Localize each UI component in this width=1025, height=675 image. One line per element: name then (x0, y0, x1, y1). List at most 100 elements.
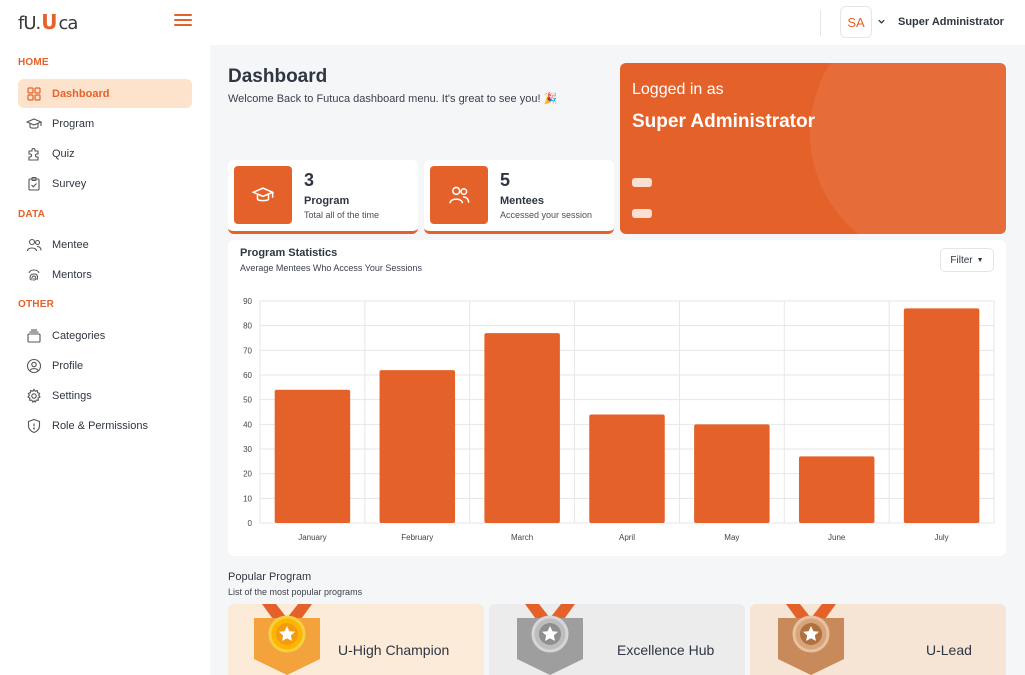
futuca-logo[interactable]: fU. Uca (18, 10, 78, 34)
logo-text-right: ca (58, 13, 78, 34)
x-tick-label: April (619, 533, 635, 542)
caret-down-icon: ▼ (976, 256, 984, 264)
sidebar-item-survey[interactable]: Survey (18, 169, 192, 198)
placeholder-pill (632, 178, 652, 187)
sidebar-item-role-permissions[interactable]: Role & Permissions (18, 411, 192, 440)
filter-label: Filter (950, 254, 973, 266)
y-tick-label: 60 (243, 371, 252, 380)
stat-card-mentees[interactable]: 5 Mentees Accessed your session (424, 160, 614, 234)
section-title-other: OTHER (18, 299, 54, 310)
bar (589, 414, 665, 523)
sidebar-item-categories[interactable]: Categories (18, 321, 192, 350)
popular-program-name: U-High Champion (338, 642, 450, 658)
fingerprint-icon (26, 267, 42, 283)
y-tick-label: 0 (248, 519, 253, 528)
shield-icon (26, 418, 42, 434)
sidebar-item-label: Mentors (52, 268, 92, 281)
x-tick-label: June (828, 533, 846, 542)
x-tick-label: May (724, 533, 739, 542)
stat-label: Program (304, 195, 350, 207)
graduation-cap-icon (26, 116, 42, 132)
grid-icon (26, 86, 42, 102)
users-icon (26, 237, 42, 253)
bronze-medal-icon (778, 604, 844, 675)
y-tick-label: 10 (243, 494, 252, 503)
clipboard-icon (26, 176, 42, 192)
silver-medal-icon (517, 604, 583, 675)
sidebar-item-program[interactable]: Program (18, 109, 192, 138)
popular-program-name: Excellence Hub (617, 642, 715, 658)
logged-in-role: Super Administrator (632, 111, 815, 132)
chart-subtitle: Average Mentees Who Access Your Sessions (240, 263, 422, 273)
y-tick-label: 70 (243, 346, 252, 355)
x-tick-label: February (401, 533, 433, 542)
popular-subtitle: List of the most popular programs (228, 587, 363, 597)
program-statistics-card: 0 10 20 30 40 50 60 70 80 90 January February March A… (228, 240, 1006, 556)
section-title-data: DATA (18, 209, 46, 220)
page-subtitle: Welcome Back to Futuca dashboard menu. I… (228, 93, 558, 105)
sidebar-item-quiz[interactable]: Quiz (18, 139, 192, 168)
popular-program-card[interactable]: U-High Champion (228, 604, 484, 675)
bar-chart: 0 10 20 30 40 50 60 70 80 90 January February March A… (243, 297, 995, 542)
sidebar-item-label: Survey (52, 177, 87, 190)
sidebar-item-label: Profile (52, 359, 84, 372)
stat-description: Accessed your session (500, 210, 593, 220)
user-name[interactable]: Super Administrator (898, 16, 1004, 28)
y-tick-label: 40 (243, 420, 252, 429)
filter-button[interactable]: Filter ▼ (940, 248, 994, 272)
stat-card-program[interactable]: 3 Program Total all of the time (228, 160, 418, 234)
sidebar-item-settings[interactable]: Settings (18, 381, 192, 410)
x-tick-label: January (298, 533, 326, 542)
popular-program-card[interactable]: Excellence Hub (489, 604, 745, 675)
sidebar-item-label: Categories (52, 329, 106, 342)
sidebar-item-mentors[interactable]: Mentors (18, 260, 192, 289)
y-tick-label: 80 (243, 322, 252, 331)
bar (484, 333, 560, 523)
popular-program-name: U-Lead (926, 642, 972, 658)
user-circle-icon (26, 358, 42, 374)
placeholder-pill (632, 209, 652, 218)
sidebar-item-mentee[interactable]: Mentee (18, 230, 192, 259)
menu-toggle-icon[interactable] (174, 14, 192, 27)
decorative-circle (810, 63, 1006, 234)
chart-title: Program Statistics (240, 247, 338, 259)
avatar[interactable]: SA (840, 6, 872, 38)
graduation-cap-icon (234, 166, 292, 224)
sidebar-item-label: Settings (52, 389, 92, 402)
gear-icon (26, 388, 42, 404)
stat-label: Mentees (500, 195, 545, 207)
logged-in-label: Logged in as (632, 81, 724, 98)
popular-title: Popular Program (228, 571, 312, 583)
page-title: Dashboard (228, 66, 328, 87)
bar (798, 456, 875, 523)
sidebar-item-label: Dashboard (52, 87, 110, 100)
sidebar-item-label: Quiz (52, 147, 75, 160)
users-icon (430, 166, 488, 224)
y-tick-label: 20 (243, 470, 252, 479)
bar (903, 308, 980, 523)
logged-in-card: Logged in as Super Administrator (620, 63, 1006, 234)
sidebar-item-dashboard[interactable]: Dashboard (18, 79, 192, 108)
topbar-divider (820, 10, 821, 36)
logo-text-mid: U (41, 10, 58, 34)
sidebar-item-label: Role & Permissions (52, 419, 148, 432)
sidebar-item-profile[interactable]: Profile (18, 351, 192, 380)
y-tick-label: 50 (243, 396, 252, 405)
layers-icon (26, 328, 42, 344)
logo-text-left: fU. (18, 13, 41, 34)
chevron-down-icon[interactable] (877, 17, 886, 26)
y-tick-label: 30 (243, 445, 252, 454)
bar (694, 424, 770, 523)
stat-description: Total all of the time (304, 210, 380, 220)
section-title-home: HOME (18, 57, 49, 68)
y-tick-label: 90 (243, 297, 252, 306)
x-tick-label: July (934, 533, 948, 542)
bar (274, 389, 351, 523)
gold-medal-icon (254, 604, 320, 675)
bar (379, 370, 456, 523)
popular-program-card[interactable]: U-Lead (750, 604, 1006, 675)
sidebar-item-label: Mentee (52, 238, 89, 251)
stat-value: 3 (304, 170, 315, 190)
x-tick-label: March (511, 533, 533, 542)
stat-value: 5 (500, 170, 511, 190)
